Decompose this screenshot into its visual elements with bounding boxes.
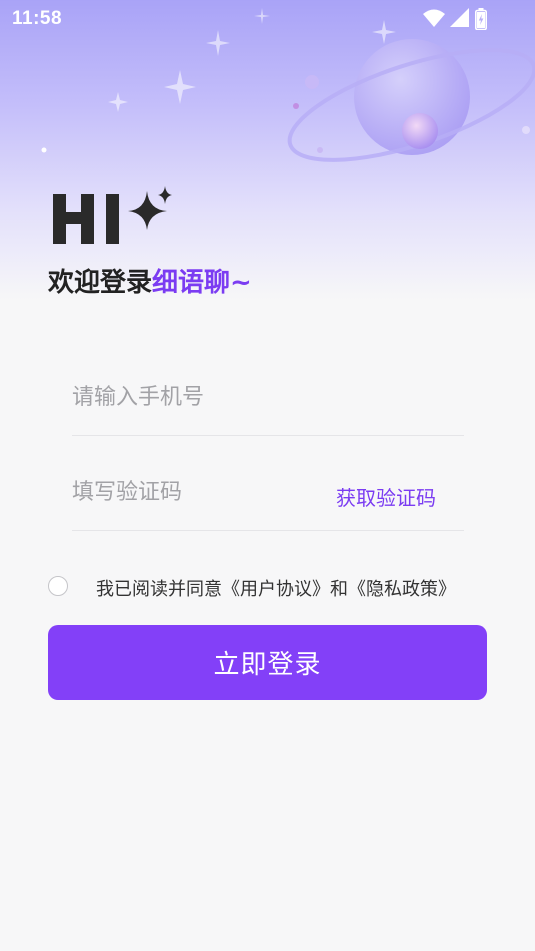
agreement-row: 我已阅读并同意《用户协议》和《隐私政策》 [48,574,488,600]
get-code-button[interactable]: 获取验证码 [336,482,436,511]
welcome-prefix: 欢迎登录 [48,268,153,298]
status-icons [423,8,495,32]
agreement-conjunction: 和 [330,579,348,600]
welcome-title: 欢迎登录细语聊~ [48,262,252,299]
verification-code-field: 获取验证码 [72,466,464,531]
planet-illustration [41,8,535,162]
agreement-text: 我已阅读并同意《用户协议》和《隐私政策》 [96,575,456,601]
agreement-prefix: 我已阅读并同意 [96,579,222,600]
header-banner: 11:58 欢迎登录细语聊~ [0,0,535,300]
phone-input[interactable] [72,385,322,410]
phone-field [72,371,464,436]
wifi-icon [423,8,445,32]
agreement-checkbox[interactable] [48,576,68,596]
user-agreement-link[interactable]: 《用户协议》 [222,579,330,600]
hi-logo [52,186,182,248]
cellular-signal-icon [449,8,469,32]
status-bar: 11:58 [0,0,535,38]
status-time: 11:58 [12,8,63,29]
battery-charging-icon [475,8,487,34]
privacy-policy-link[interactable]: 《隐私政策》 [348,579,456,600]
login-button[interactable]: 立即登录 [48,625,487,700]
brand-name: 细语聊~ [152,268,252,298]
verification-code-input[interactable] [72,480,322,505]
